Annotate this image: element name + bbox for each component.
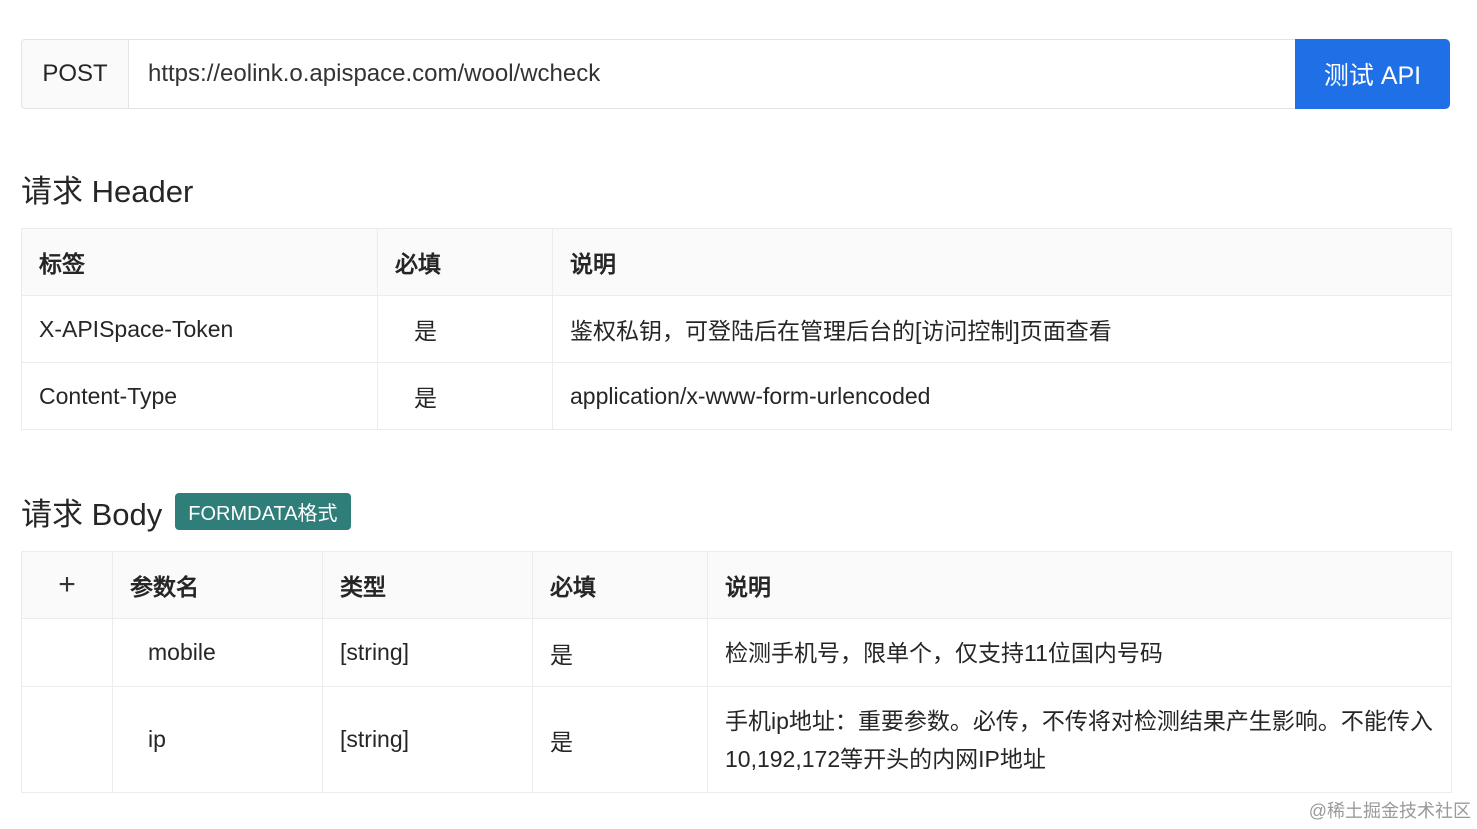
param-required: 是 <box>532 686 708 793</box>
body-section-title-text: 请求 Body <box>21 497 163 532</box>
param-description: 手机ip地址：重要参数。必传，不传将对检测结果产生影响。不能传入10,192,1… <box>707 686 1452 793</box>
header-table: 标签 必填 说明 X-APISpace-Token 是 鉴权私钥，可登陆后在管理… <box>21 228 1452 430</box>
expand-all-cell: + <box>21 551 113 619</box>
param-name: mobile <box>112 618 323 687</box>
param-type: [string] <box>322 618 533 687</box>
watermark: @稀土掘金技术社区 <box>1308 801 1471 821</box>
param-required: 是 <box>532 618 708 687</box>
param-type: [string] <box>322 686 533 793</box>
header-description: 鉴权私钥，可登陆后在管理后台的[访问控制]页面查看 <box>552 295 1452 363</box>
header-label: Content-Type <box>21 362 378 430</box>
header-description: application/x-www-form-urlencoded <box>552 362 1452 430</box>
request-url[interactable]: https://eolink.o.apispace.com/wool/wchec… <box>129 40 1295 108</box>
body-table: + 参数名 类型 必填 说明 mobile [string] 是 检测手机号，限… <box>21 551 1452 793</box>
request-url-bar: POST https://eolink.o.apispace.com/wool/… <box>21 39 1450 109</box>
param-name: ip <box>112 686 323 793</box>
header-section-title-text: 请求 Header <box>21 174 194 209</box>
plus-icon[interactable]: + <box>58 568 76 601</box>
header-table-head: 标签 必填 说明 <box>21 228 1452 296</box>
table-row: ip [string] 是 手机ip地址：重要参数。必传，不传将对检测结果产生影… <box>21 686 1452 793</box>
param-description: 检测手机号，限单个，仅支持11位国内号码 <box>707 618 1452 687</box>
col-required: 必填 <box>532 551 708 619</box>
body-table-head: + 参数名 类型 必填 说明 <box>21 551 1452 619</box>
format-badge: FORMDATA格式 <box>175 493 351 530</box>
col-description: 说明 <box>552 228 1452 296</box>
table-row: mobile [string] 是 检测手机号，限单个，仅支持11位国内号码 <box>21 618 1452 687</box>
header-required: 是 <box>377 295 553 363</box>
http-method: POST <box>22 40 129 108</box>
header-label: X-APISpace-Token <box>21 295 378 363</box>
header-required: 是 <box>377 362 553 430</box>
expand-cell <box>21 686 113 793</box>
col-param-name: 参数名 <box>112 551 323 619</box>
body-section-title: 请求 Body FORMDATA格式 <box>21 489 351 534</box>
test-api-button[interactable]: 测试 API <box>1295 39 1450 109</box>
api-doc-page: POST https://eolink.o.apispace.com/wool/… <box>0 0 1477 829</box>
header-section-title: 请求 Header <box>21 166 193 211</box>
table-row: Content-Type 是 application/x-www-form-ur… <box>21 362 1452 430</box>
col-label: 标签 <box>21 228 378 296</box>
expand-cell <box>21 618 113 687</box>
col-required: 必填 <box>377 228 553 296</box>
col-description: 说明 <box>707 551 1452 619</box>
col-type: 类型 <box>322 551 533 619</box>
table-row: X-APISpace-Token 是 鉴权私钥，可登陆后在管理后台的[访问控制]… <box>21 295 1452 363</box>
